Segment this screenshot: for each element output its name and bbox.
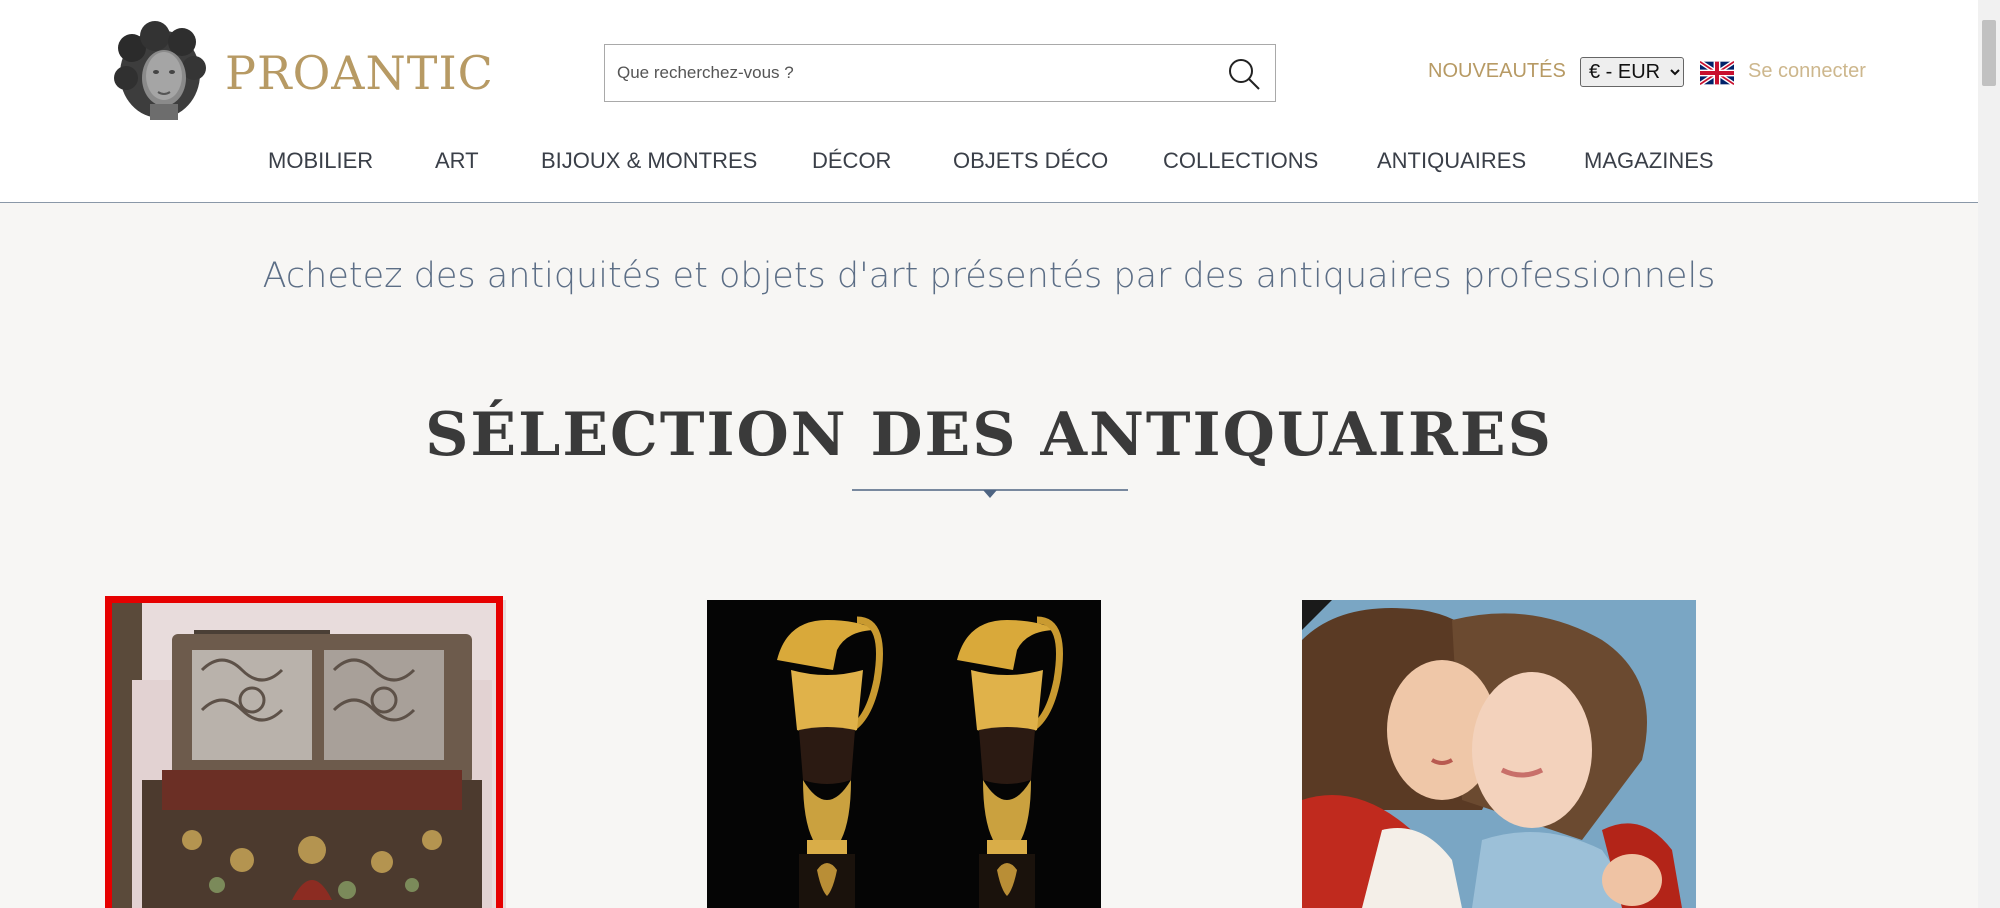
logo-bust-icon — [114, 21, 206, 120]
login-link[interactable]: Se connecter — [1748, 60, 1866, 83]
nav-item-bijoux-montres[interactable]: BIJOUX & MONTRES — [541, 148, 757, 174]
antique-chest-image — [112, 600, 506, 908]
gilt-ewers-image — [707, 600, 1101, 908]
search-icon[interactable] — [1227, 57, 1261, 91]
nav-item-objets-deco[interactable]: OBJETS DÉCO — [953, 148, 1108, 174]
nav-item-magazines[interactable]: MAGAZINES — [1584, 148, 1714, 174]
new-items-link[interactable]: NOUVEAUTÉS — [1428, 60, 1566, 83]
nav-item-collections[interactable]: COLLECTIONS — [1163, 148, 1318, 174]
brand-name[interactable]: PROANTIC — [225, 46, 494, 100]
product-card-ewers[interactable] — [707, 600, 1101, 908]
main-nav: MOBILIER ART BIJOUX & MONTRES DÉCOR OBJE… — [0, 148, 1978, 188]
search-bar — [604, 44, 1276, 102]
nav-item-mobilier[interactable]: MOBILIER — [268, 148, 373, 174]
nav-item-decor[interactable]: DÉCOR — [812, 148, 891, 174]
pastel-portrait-image — [1302, 600, 1696, 908]
product-card-chest[interactable] — [112, 600, 506, 908]
logo[interactable] — [110, 18, 210, 122]
scrollbar-thumb[interactable] — [1982, 20, 1996, 86]
search-input[interactable] — [605, 45, 1205, 101]
currency-select[interactable]: € - EUR — [1580, 57, 1684, 87]
product-card-portrait[interactable] — [1302, 600, 1696, 908]
title-divider — [852, 489, 1128, 498]
site-header: PROANTIC NOUVEAUTÉS € - EUR Se connecter… — [0, 0, 1978, 203]
nav-item-art[interactable]: ART — [435, 148, 479, 174]
uk-flag-icon[interactable] — [1700, 60, 1734, 86]
section-title: SÉLECTION DES ANTIQUAIRES — [425, 400, 1553, 470]
page-scrollbar[interactable] — [1978, 0, 2000, 908]
nav-item-antiquaires[interactable]: ANTIQUAIRES — [1377, 148, 1526, 174]
page-tagline: Achetez des antiquités et objets d'art p… — [262, 256, 1716, 296]
